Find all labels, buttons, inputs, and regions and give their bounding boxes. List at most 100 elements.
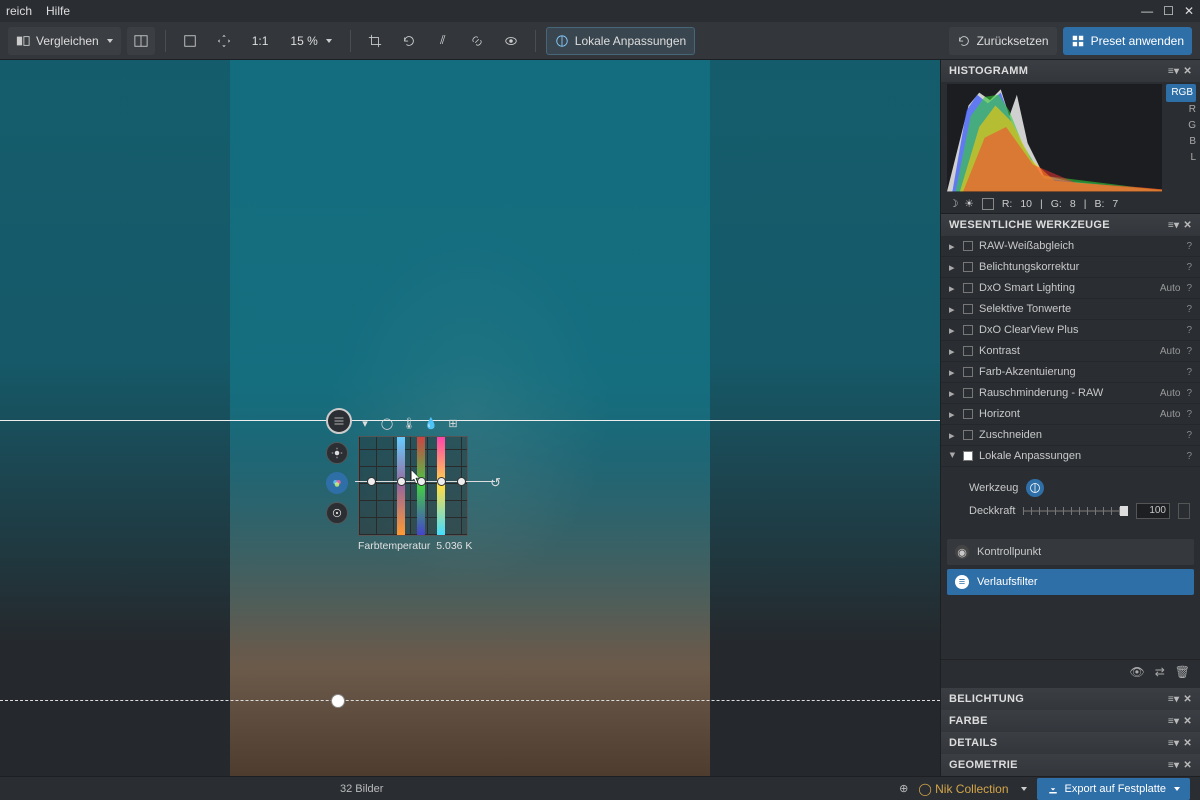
swap-icon[interactable]: ⇄ [1155, 665, 1165, 679]
menu-icon[interactable]: ≡▾ [1168, 220, 1179, 231]
tool-row[interactable]: ▸Farb-Akzentuierung? [941, 362, 1200, 383]
sun-icon[interactable]: ☀ [964, 198, 973, 210]
mask-item-kontrollpunkt[interactable]: ◉ Kontrollpunkt [947, 539, 1194, 565]
enable-checkbox[interactable] [963, 325, 973, 335]
menu-icon[interactable]: ≡▾ [1168, 66, 1179, 77]
menu-help[interactable]: Hilfe [46, 4, 70, 18]
close-icon[interactable]: ✕ [1183, 716, 1192, 727]
close-icon[interactable]: ✕ [1183, 220, 1192, 231]
preview-button[interactable] [497, 27, 525, 55]
menu-area[interactable]: reich [6, 4, 32, 18]
marker-icon[interactable]: ▾ [358, 416, 372, 430]
horizon-button[interactable]: ⫽ [429, 27, 457, 55]
auto-label[interactable]: Auto [1160, 283, 1181, 294]
enable-checkbox[interactable] [963, 430, 973, 440]
crop-button[interactable] [361, 27, 389, 55]
group-header[interactable]: DETAILS≡▾✕ [941, 732, 1200, 754]
close-icon[interactable]: ✕ [1183, 738, 1192, 749]
close-icon[interactable]: ✕ [1183, 66, 1192, 77]
opacity-value[interactable]: 100 [1136, 503, 1170, 519]
help-icon[interactable]: ? [1186, 283, 1192, 294]
enable-checkbox[interactable] [963, 346, 973, 356]
opacity-spinner[interactable] [1178, 503, 1190, 519]
split-view-button[interactable] [127, 27, 155, 55]
auto-label[interactable]: Auto [1160, 409, 1181, 420]
group-header[interactable]: FARBE≡▾✕ [941, 710, 1200, 732]
hist-tab-rgb[interactable]: RGB [1166, 84, 1196, 102]
canvas[interactable]: ▾ ◯ 🌡 💧 ⊞ ↺ Farbtemperatur 5.036 K [0, 60, 940, 776]
circle-icon[interactable]: ◯ [380, 416, 394, 430]
tool-row[interactable]: ▸Belichtungskorrektur? [941, 257, 1200, 278]
drop-icon[interactable]: 💧 [424, 416, 438, 430]
gradient-line-bottom[interactable] [0, 700, 940, 701]
help-icon[interactable]: ? [1186, 409, 1192, 420]
compare-button[interactable]: Vergleichen [8, 27, 121, 55]
window-close-icon[interactable]: ✕ [1184, 4, 1194, 18]
group-header[interactable]: BELICHTUNG≡▾✕ [941, 688, 1200, 710]
gradient-handle-bottom[interactable] [331, 694, 345, 708]
trash-icon[interactable]: 🗑 [1175, 665, 1190, 679]
help-icon[interactable]: ? [1186, 325, 1192, 336]
tool-row[interactable]: ▸KontrastAuto? [941, 341, 1200, 362]
move-button[interactable] [210, 27, 238, 55]
opacity-slider[interactable] [1023, 510, 1128, 512]
tool-detail-button[interactable] [326, 502, 348, 524]
thermometer-icon[interactable]: 🌡 [402, 416, 416, 430]
enable-checkbox[interactable] [963, 283, 973, 293]
hist-tab-g[interactable]: G [1166, 118, 1196, 134]
hist-tab-r[interactable]: R [1166, 102, 1196, 118]
nik-collection-button[interactable]: ◯ Nik Collection [918, 782, 1008, 796]
help-icon[interactable]: ? [1186, 367, 1192, 378]
tool-local-adjustments[interactable]: ▸ Lokale Anpassungen ? [941, 446, 1200, 467]
close-icon[interactable]: ✕ [1183, 760, 1192, 771]
eye-icon[interactable]: 👁 [1129, 665, 1144, 679]
target-icon[interactable]: ⊕ [899, 782, 908, 795]
window-maximize-icon[interactable]: ☐ [1163, 4, 1174, 18]
sliders-icon[interactable]: ⊞ [446, 416, 460, 430]
menu-icon[interactable]: ≡▾ [1168, 738, 1179, 749]
enable-checkbox[interactable] [963, 304, 973, 314]
tool-light-button[interactable] [326, 442, 348, 464]
fit-button[interactable] [176, 27, 204, 55]
hist-tab-b[interactable]: B [1166, 134, 1196, 150]
export-button[interactable]: Export auf Festplatte [1037, 778, 1191, 800]
temperature-grid[interactable]: ↺ [358, 436, 468, 536]
gradient-filter-icon[interactable] [1026, 479, 1044, 497]
enable-checkbox[interactable] [963, 367, 973, 377]
help-icon[interactable]: ? [1186, 388, 1192, 399]
tool-row[interactable]: ▸HorizontAuto? [941, 404, 1200, 425]
help-icon[interactable]: ? [1186, 304, 1192, 315]
reset-button[interactable]: Zurücksetzen [949, 27, 1057, 55]
help-icon[interactable]: ? [1186, 241, 1192, 252]
nik-dropdown[interactable] [1021, 787, 1027, 791]
local-adjustments-button[interactable]: Lokale Anpassungen [546, 27, 695, 55]
window-minimize-icon[interactable]: — [1141, 4, 1153, 18]
essential-tools-header[interactable]: WESENTLICHE WERKZEUGE ≡▾✕ [941, 214, 1200, 236]
auto-label[interactable]: Auto [1160, 388, 1181, 399]
tool-row[interactable]: ▸Rauschminderung - RAWAuto? [941, 383, 1200, 404]
hist-tab-l[interactable]: L [1166, 150, 1196, 166]
enable-checkbox[interactable] [963, 451, 973, 461]
tool-row[interactable]: ▸DxO Smart LightingAuto? [941, 278, 1200, 299]
auto-label[interactable]: Auto [1160, 346, 1181, 357]
link-button[interactable] [463, 27, 491, 55]
tool-row[interactable]: ▸Selektive Tonwerte? [941, 299, 1200, 320]
help-icon[interactable]: ? [1186, 262, 1192, 273]
close-icon[interactable]: ✕ [1183, 694, 1192, 705]
tool-row[interactable]: ▸DxO ClearView Plus? [941, 320, 1200, 341]
enable-checkbox[interactable] [963, 241, 973, 251]
enable-checkbox[interactable] [963, 409, 973, 419]
enable-checkbox[interactable] [963, 262, 973, 272]
help-icon[interactable]: ? [1186, 430, 1192, 441]
menu-icon[interactable]: ≡▾ [1168, 694, 1179, 705]
panel-collapse-handle[interactable] [940, 418, 941, 448]
menu-icon[interactable]: ≡▾ [1168, 760, 1179, 771]
zoom-ratio-button[interactable]: 1:1 [244, 27, 277, 55]
help-icon[interactable]: ? [1186, 346, 1192, 357]
mask-item-verlaufsfilter[interactable]: ≡ Verlaufsfilter [947, 569, 1194, 595]
enable-checkbox[interactable] [963, 388, 973, 398]
menu-icon[interactable]: ≡▾ [1168, 716, 1179, 727]
tool-row[interactable]: ▸RAW-Weißabgleich? [941, 236, 1200, 257]
group-header[interactable]: GEOMETRIE≡▾✕ [941, 754, 1200, 776]
tool-equalizer-button[interactable] [326, 408, 352, 434]
